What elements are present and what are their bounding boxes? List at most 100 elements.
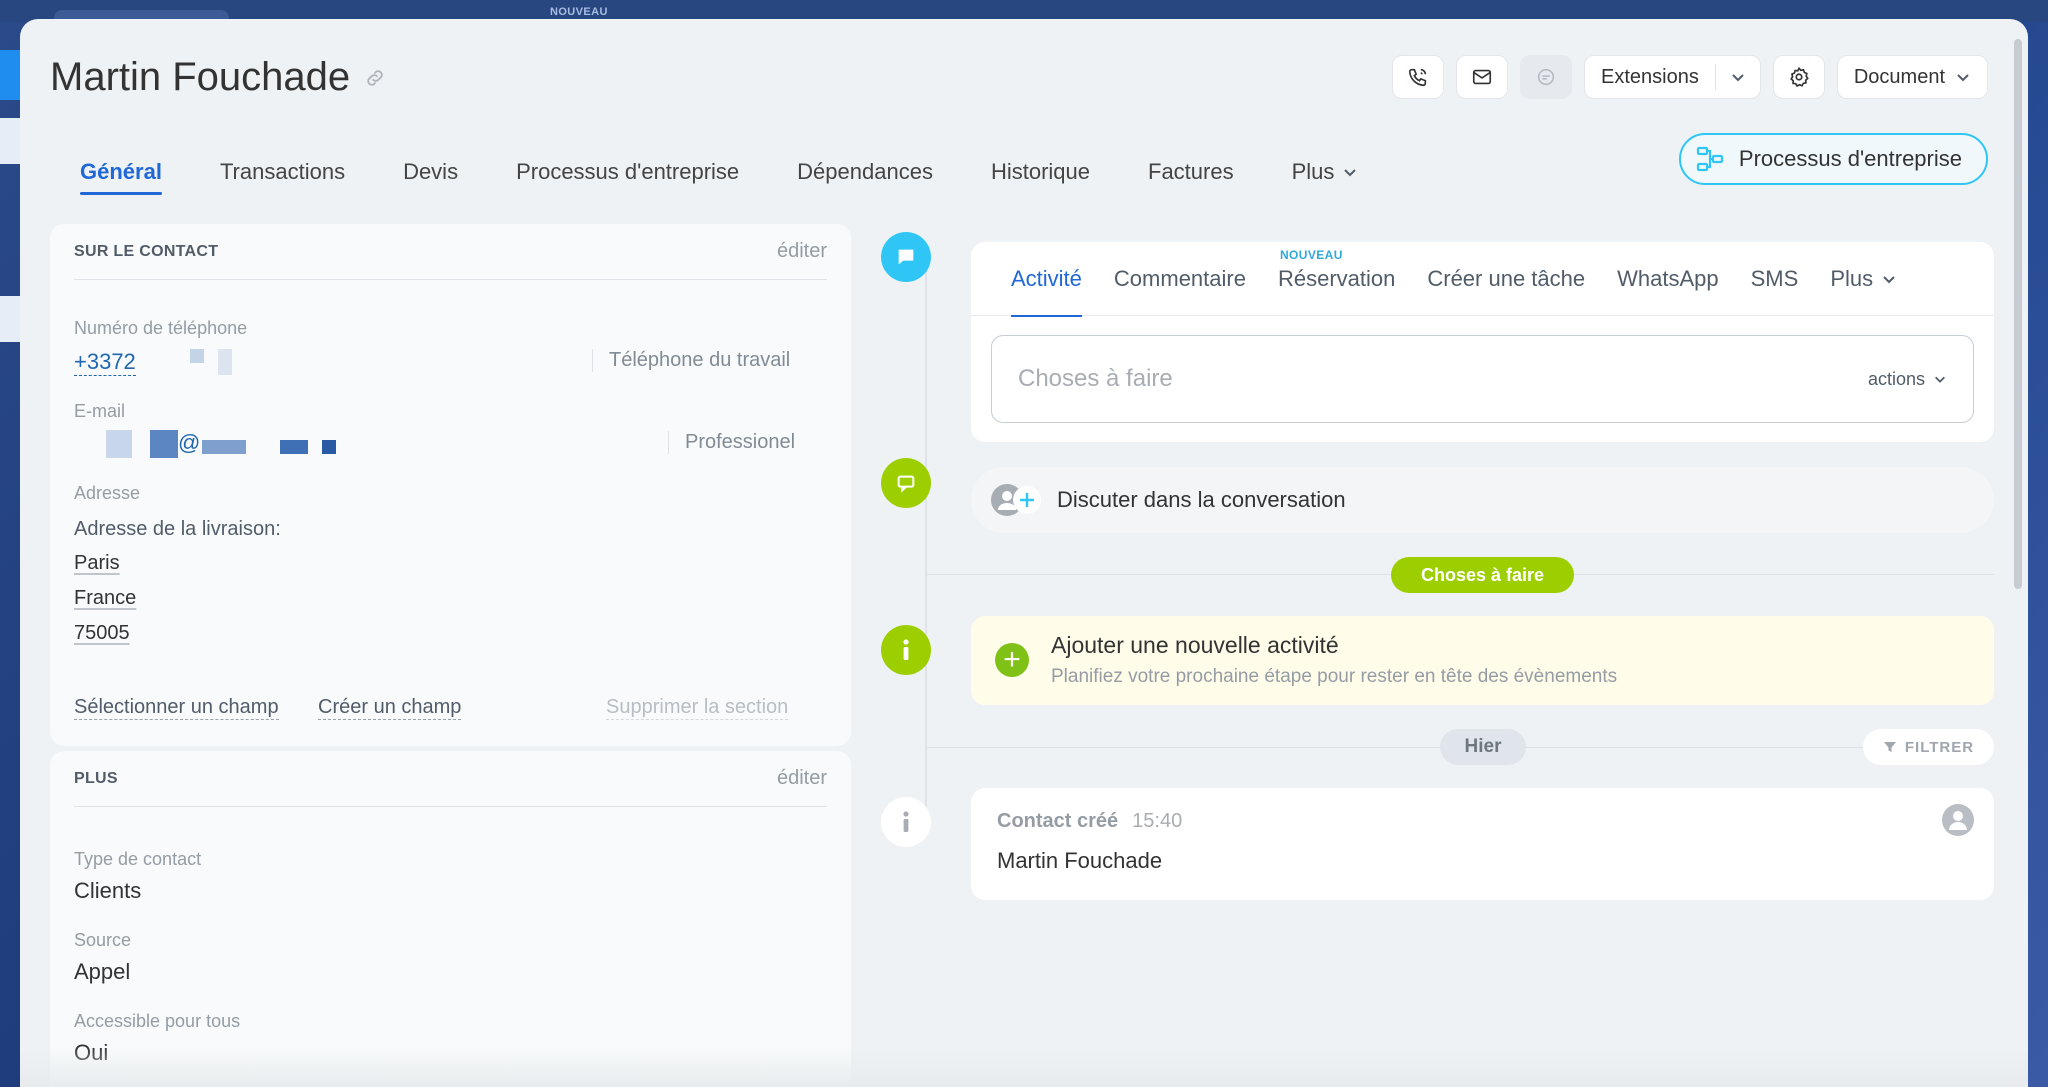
- call-button[interactable]: [1392, 55, 1444, 99]
- tab-comment[interactable]: Commentaire: [1114, 242, 1246, 316]
- tab-label: Devis: [403, 159, 459, 184]
- chevron-down-icon: [1935, 376, 1945, 383]
- tab-label: Factures: [1148, 159, 1234, 184]
- extensions-button[interactable]: Extensions: [1584, 55, 1761, 99]
- history-body[interactable]: Martin Fouchade: [997, 848, 1162, 874]
- timeline-line: [925, 269, 927, 829]
- chat-icon: [1537, 68, 1555, 86]
- tab-activity[interactable]: Activité: [1011, 242, 1082, 317]
- redaction-pixels: [106, 430, 132, 458]
- tab-transactions[interactable]: Transactions: [191, 159, 374, 195]
- gear-icon: [1789, 66, 1809, 88]
- address-delivery: Adresse de la livraison:: [74, 518, 281, 540]
- card-title: PLUS: [74, 769, 118, 787]
- add-user-icon: [991, 484, 1041, 516]
- activity-editor: Activité Commentaire NOUVEAU Réservation…: [971, 242, 1994, 442]
- tab-label: Historique: [990, 159, 1090, 184]
- left-edge-tab: [0, 50, 20, 100]
- tab-label: Plus: [1291, 159, 1335, 184]
- tab-create-task[interactable]: Créer une tâche: [1427, 242, 1585, 316]
- address-city[interactable]: Paris: [74, 552, 120, 575]
- redaction-pixels: [322, 440, 336, 454]
- chevron-down-icon[interactable]: [1716, 69, 1760, 85]
- link-icon[interactable]: [364, 67, 386, 89]
- chat-button[interactable]: [1520, 55, 1572, 99]
- extensions-label: Extensions: [1601, 65, 1699, 88]
- main-tabs: Général Transactions Devis Processus d'e…: [60, 159, 1387, 195]
- address-country[interactable]: France: [74, 587, 136, 610]
- contact-type-value: Clients: [74, 878, 142, 903]
- tab-dependencies[interactable]: Dépendances: [768, 159, 962, 195]
- tab-invoices[interactable]: Factures: [1119, 159, 1263, 195]
- phone-type[interactable]: Téléphone du travail: [592, 349, 790, 372]
- chevron-down-icon: [1957, 74, 1969, 82]
- filter-button[interactable]: FILTRER: [1863, 729, 1994, 765]
- contact-name: Martin Fouchade: [50, 55, 351, 99]
- tab-devis[interactable]: Devis: [374, 159, 487, 195]
- timeline-comment-icon: [881, 232, 931, 282]
- address-zip[interactable]: 75005: [74, 622, 130, 645]
- timeline-info-icon: [881, 625, 931, 675]
- history-item-contact-created: Contact créé 15:40 Martin Fouchade: [971, 788, 1994, 900]
- add-activity-card[interactable]: + Ajouter une nouvelle activité Planifie…: [971, 616, 1994, 705]
- tab-booking[interactable]: NOUVEAU Réservation: [1278, 242, 1395, 316]
- tab-label: Plus: [1830, 265, 1874, 291]
- avatar[interactable]: [1942, 804, 1974, 836]
- tab-business-processes[interactable]: Processus d'entreprise: [487, 159, 768, 195]
- discuss-label: Discuter dans la conversation: [1057, 487, 1346, 512]
- edit-link[interactable]: éditer: [777, 767, 827, 790]
- contact-type-label: Type de contact: [74, 849, 202, 869]
- background-nouveau-label: NOUVEAU: [550, 6, 608, 18]
- mail-icon: [1472, 69, 1492, 85]
- tab-history[interactable]: Historique: [962, 159, 1119, 195]
- tab-label: Général: [80, 159, 162, 184]
- tab-label: WhatsApp: [1617, 265, 1719, 291]
- settings-button[interactable]: [1772, 55, 1825, 99]
- actions-label: actions: [1867, 368, 1925, 389]
- left-edge-tab: [0, 296, 20, 342]
- redaction-pixels: [280, 440, 308, 454]
- email-button[interactable]: [1456, 55, 1508, 99]
- tab-sms[interactable]: SMS: [1751, 242, 1799, 316]
- phone-icon: [1408, 68, 1427, 87]
- source-label: Source: [74, 930, 132, 950]
- actions-dropdown[interactable]: actions: [1868, 369, 1947, 390]
- todo-input[interactable]: Choses à faire actions: [991, 335, 1974, 423]
- edit-link[interactable]: éditer: [777, 240, 827, 263]
- delete-section-link[interactable]: Supprimer la section: [606, 696, 789, 720]
- plus-info-card: PLUS éditer Type de contact Clients Sour…: [50, 751, 851, 1087]
- tab-label: Réservation: [1277, 265, 1396, 291]
- tab-general[interactable]: Général: [60, 159, 191, 195]
- card-header: PLUS éditer: [74, 751, 827, 807]
- contact-slider-panel: Martin Fouchade Extensions Document Géné…: [20, 19, 2028, 1087]
- plus-icon[interactable]: +: [995, 643, 1029, 677]
- redaction-pixels: [218, 349, 232, 375]
- business-process-button[interactable]: Processus d'entreprise: [1678, 133, 1988, 185]
- add-activity-subtitle: Planifiez votre prochaine étape pour res…: [1051, 666, 1618, 687]
- select-field-link[interactable]: Sélectionner un champ: [74, 696, 279, 720]
- redaction-pixels: [202, 440, 246, 454]
- date-separator-yesterday: Hier: [1440, 729, 1526, 765]
- card-title: SUR LE CONTACT: [74, 242, 219, 260]
- create-field-link[interactable]: Créer un champ: [318, 696, 462, 720]
- editor-tabs: Activité Commentaire NOUVEAU Réservation…: [971, 242, 1994, 317]
- new-badge: NOUVEAU: [1279, 247, 1343, 262]
- discuss-in-chat-row[interactable]: Discuter dans la conversation: [971, 467, 1994, 533]
- tab-more[interactable]: Plus: [1830, 242, 1897, 316]
- business-process-icon: [1696, 146, 1724, 172]
- tab-label: Processus d'entreprise: [516, 159, 740, 184]
- filter-icon: [1883, 742, 1896, 752]
- scrollbar[interactable]: [2014, 39, 2022, 589]
- email-type[interactable]: Professionel: [668, 431, 795, 454]
- document-button[interactable]: Document: [1836, 55, 1988, 99]
- email-label: E-mail: [74, 401, 126, 421]
- phone-value[interactable]: +3372: [74, 349, 136, 376]
- tab-whatsapp[interactable]: WhatsApp: [1617, 242, 1719, 316]
- bottom-fade: [20, 1047, 2028, 1087]
- email-at[interactable]: @: [178, 430, 200, 456]
- history-title-text: Contact créé: [997, 810, 1119, 832]
- document-label: Document: [1853, 65, 1945, 88]
- tab-more[interactable]: Plus: [1263, 159, 1388, 195]
- chevron-down-icon: [1883, 275, 1895, 283]
- header-actions: Extensions Document: [1392, 55, 1988, 99]
